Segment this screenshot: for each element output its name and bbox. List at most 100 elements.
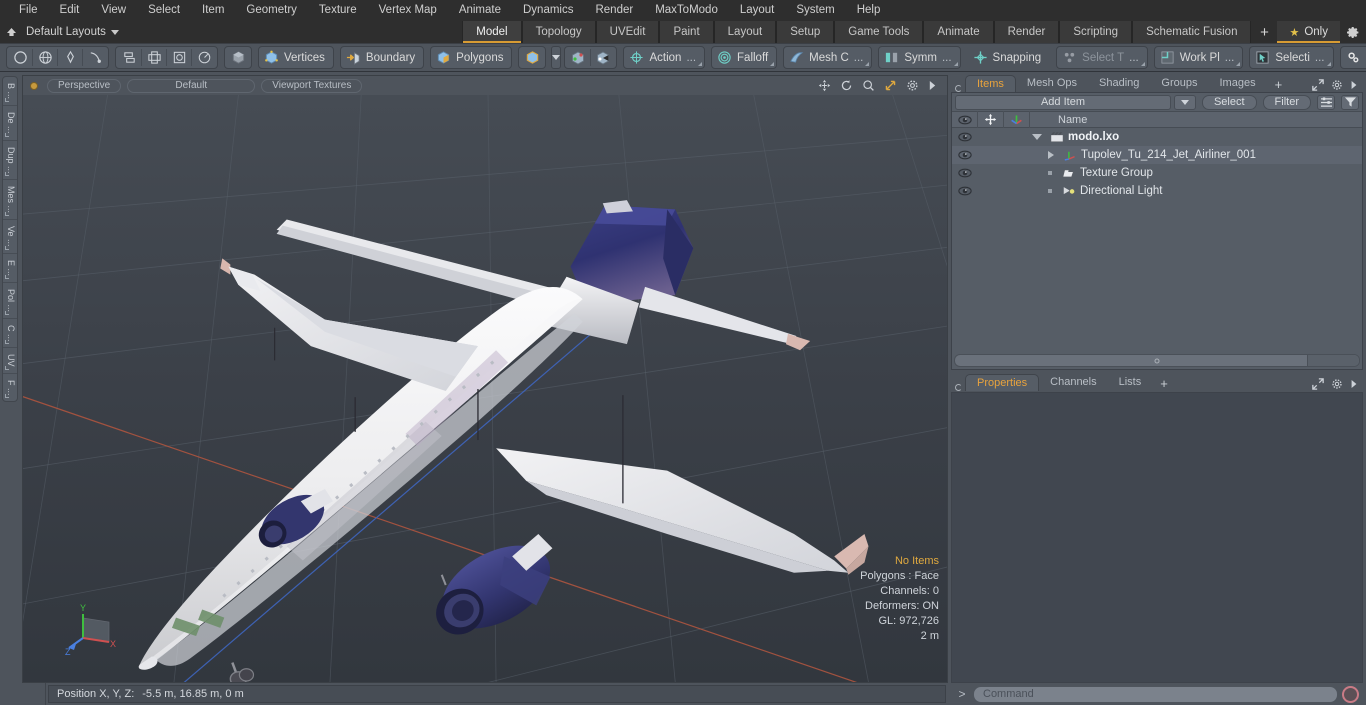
gear-icon[interactable] (1340, 21, 1366, 43)
add-panel-tab-button[interactable]: + (1267, 77, 1291, 92)
pen-icon[interactable] (58, 47, 82, 68)
left-tab-fusion[interactable]: F ... (3, 374, 17, 402)
layout-tab-topology[interactable]: Topology (521, 21, 596, 43)
selection-mode-polygons[interactable]: Polygons (430, 46, 513, 69)
panel-menu-icon[interactable] (951, 85, 965, 92)
layout-tab-setup[interactable]: Setup (776, 21, 835, 43)
selection-mode-vertices[interactable]: Vertices (258, 46, 334, 69)
pivot-center-icon[interactable] (566, 47, 590, 68)
center-icon[interactable] (142, 47, 166, 68)
menu-item-view[interactable]: View (90, 0, 137, 21)
layout-tab-render[interactable]: Render (993, 21, 1060, 43)
chevron-right-icon[interactable] (928, 80, 937, 91)
table-row[interactable]: Texture Group (952, 164, 1362, 182)
table-row[interactable]: Tupolev_Tu_214_Jet_Airliner_001 (952, 146, 1362, 164)
list-options-icon[interactable] (1317, 94, 1335, 110)
menu-item-render[interactable]: Render (584, 0, 644, 21)
default-layouts-dropdown[interactable]: Default Layouts (22, 21, 127, 43)
gear-icon[interactable] (906, 79, 919, 92)
expand-icon[interactable] (1312, 79, 1324, 91)
pan-icon[interactable] (818, 79, 831, 92)
left-tab-polygon[interactable]: Pol ... (3, 283, 17, 319)
items-list[interactable]: modo.lxo Tupolev_Tu_214_Jet_Airliner_001… (952, 128, 1362, 353)
snapping-button[interactable]: Snapping (966, 46, 1051, 69)
tab-lists[interactable]: Lists (1108, 374, 1153, 391)
globe-icon[interactable] (33, 47, 57, 68)
select-button[interactable]: Select (1201, 94, 1257, 110)
selection-mode-boundary[interactable]: Boundary (339, 46, 425, 69)
symmetry-button[interactable]: Symm ... (878, 46, 961, 69)
items-list-horizontal-scrollbar[interactable] (954, 354, 1360, 367)
chevron-right-icon[interactable] (1048, 151, 1054, 159)
menu-item-vertex-map[interactable]: Vertex Map (368, 0, 448, 21)
fit-icon[interactable] (884, 79, 897, 92)
menu-item-item[interactable]: Item (191, 0, 235, 21)
tab-channels[interactable]: Channels (1039, 374, 1107, 391)
item-cube-icon[interactable] (520, 47, 544, 68)
tab-shading[interactable]: Shading (1088, 75, 1150, 92)
menu-item-help[interactable]: Help (846, 0, 892, 21)
pivot-selection-icon[interactable] (591, 47, 615, 68)
viewport-display-mode-button[interactable]: Viewport Textures (261, 78, 363, 93)
left-tab-basic[interactable]: B ... (3, 77, 17, 107)
viewport-view-mode-button[interactable]: Perspective (47, 78, 122, 93)
chevron-right-icon[interactable] (1350, 379, 1358, 389)
layout-tab-uvedit[interactable]: UVEdit (595, 21, 660, 43)
item-row-mesh[interactable]: Tupolev_Tu_214_Jet_Airliner_001 (1030, 149, 1256, 161)
chevron-right-icon[interactable] (1350, 80, 1358, 90)
filter-button[interactable]: Filter (1262, 94, 1311, 110)
menu-item-maxtomodo[interactable]: MaxToModo (644, 0, 729, 21)
selection-sets-button[interactable]: Selecti ... (1249, 46, 1334, 69)
gear-icon[interactable] (1331, 378, 1343, 390)
layout-tab-scripting[interactable]: Scripting (1059, 21, 1133, 43)
add-item-dropdown[interactable] (1173, 94, 1196, 110)
eye-icon[interactable] (952, 111, 978, 128)
eye-icon[interactable] (952, 132, 978, 142)
eye-icon[interactable] (952, 168, 978, 178)
left-tab-vertex[interactable]: Ve ... (3, 220, 17, 254)
menu-item-file[interactable]: File (8, 0, 49, 21)
menu-item-edit[interactable]: Edit (49, 0, 91, 21)
home-up-icon[interactable] (0, 21, 22, 43)
item-row-directional-light[interactable]: Directional Light (1030, 185, 1162, 197)
select-through-button[interactable]: Select T ... (1056, 46, 1148, 69)
zoom-icon[interactable] (862, 79, 875, 92)
eye-icon[interactable] (952, 186, 978, 196)
3d-viewport[interactable]: Y X Z No Items Polygons : Face Channels:… (23, 95, 947, 682)
gear-icon[interactable] (1331, 79, 1343, 91)
record-icon[interactable] (1342, 685, 1359, 703)
rotate-icon[interactable] (840, 79, 853, 92)
layout-tab-animate[interactable]: Animate (923, 21, 994, 43)
menu-item-select[interactable]: Select (137, 0, 191, 21)
frame-icon[interactable] (167, 47, 191, 68)
action-center-button[interactable]: Action ... (623, 46, 706, 69)
tab-properties[interactable]: Properties (965, 374, 1040, 391)
layout-tab-paint[interactable]: Paint (659, 21, 714, 43)
tab-items[interactable]: Items (965, 75, 1016, 92)
properties-content[interactable] (952, 393, 1362, 682)
only-toggle-button[interactable]: ★ Only (1277, 21, 1340, 43)
viewport-shading-preset-button[interactable]: Default (127, 78, 256, 93)
falloff-button[interactable]: Falloff (711, 46, 778, 69)
curve-icon[interactable] (83, 47, 107, 68)
tab-images[interactable]: Images (1209, 75, 1267, 92)
command-input[interactable]: Command (973, 685, 1338, 703)
item-row-texture-group[interactable]: Texture Group (1030, 167, 1153, 179)
layout-tab-layout[interactable]: Layout (713, 21, 777, 43)
item-mode-dropdown[interactable] (551, 46, 562, 69)
left-tab-mesh-edit[interactable]: Mes ... (3, 180, 17, 221)
menu-item-geometry[interactable]: Geometry (235, 0, 308, 21)
mesh-constraint-button[interactable]: Mesh C ... (783, 46, 873, 69)
align-icon[interactable] (117, 47, 141, 68)
filter-funnel-icon[interactable] (1341, 94, 1359, 110)
left-tab-curve[interactable]: C ... (3, 319, 17, 349)
layout-tab-model[interactable]: Model (462, 21, 522, 43)
menu-item-animate[interactable]: Animate (448, 0, 512, 21)
left-tab-duplicate[interactable]: Dup ... (3, 141, 17, 181)
add-item-button[interactable]: Add Item (955, 94, 1171, 110)
panel-menu-icon[interactable] (951, 384, 965, 391)
layout-tab-game-tools[interactable]: Game Tools (834, 21, 924, 43)
menu-item-layout[interactable]: Layout (729, 0, 786, 21)
add-layout-tab-button[interactable]: + (1251, 21, 1278, 43)
menu-item-dynamics[interactable]: Dynamics (512, 0, 584, 21)
